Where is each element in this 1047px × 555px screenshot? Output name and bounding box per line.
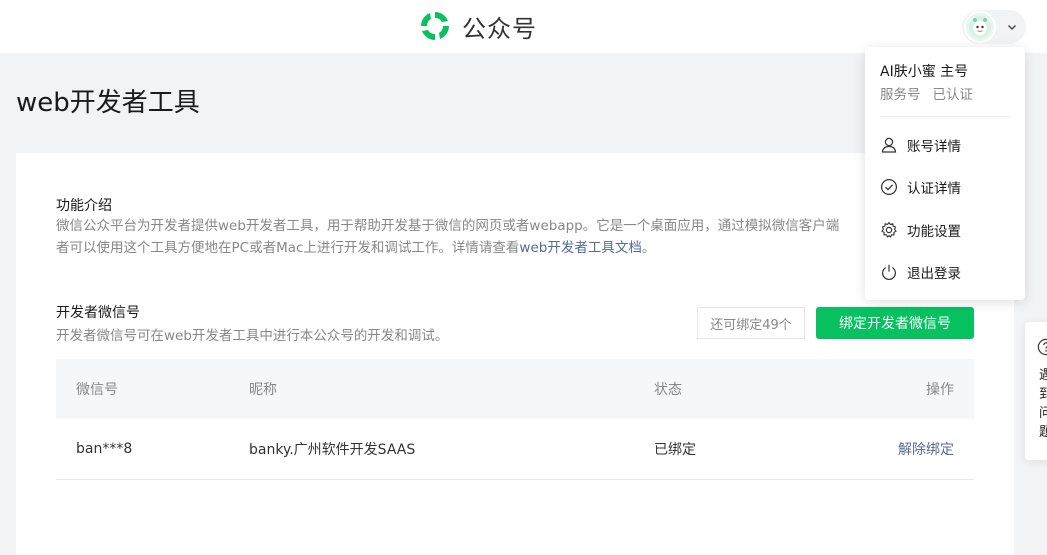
table-row: ban***8 banky.广州软件开发SAAS 已绑定 解除绑定: [56, 419, 974, 480]
table-header: 微信号 昵称 状态 操作: [56, 359, 974, 419]
menu-item-account-details[interactable]: 账号详情: [880, 130, 1015, 160]
menu-item-settings[interactable]: 功能设置: [880, 215, 1015, 245]
account-menu-toggle[interactable]: [962, 10, 1026, 44]
intro-desc-line1: 微信公众平台为开发者提供web开发者工具，用于帮助开发基于微信的网页或者weba…: [56, 218, 840, 234]
page-title: web开发者工具: [16, 88, 200, 118]
account-name: AI肤小蜜 主号: [880, 64, 969, 80]
column-nickname: 昵称: [249, 382, 277, 398]
unbind-link[interactable]: 解除绑定: [898, 419, 954, 479]
chevron-down-icon: [1008, 25, 1016, 30]
gear-icon: [881, 221, 897, 238]
developer-section-title: 开发者微信号: [56, 305, 140, 321]
wechat-mp-logo-icon: [421, 12, 449, 40]
menu-item-label: 功能设置: [907, 224, 961, 240]
avatar-face-icon: [969, 16, 991, 38]
menu-divider: [880, 116, 1010, 117]
menu-item-label: 认证详情: [907, 181, 961, 197]
user-icon: [881, 137, 897, 153]
intro-description: 微信公众平台为开发者提供web开发者工具，用于帮助开发基于微信的网页或者weba…: [56, 215, 876, 259]
cell-status: 已绑定: [654, 442, 696, 458]
devtools-doc-link[interactable]: web开发者工具文档: [519, 240, 641, 256]
intro-desc-line2: 者可以使用这个工具方便地在PC或者Mac上进行开发和调试工作。详情请查看web开…: [56, 237, 876, 259]
column-wechat-id: 微信号: [76, 382, 118, 398]
power-icon: [882, 264, 896, 281]
check-circle-icon: [880, 178, 898, 196]
account-verified: 已认证: [932, 87, 974, 103]
brand-logo[interactable]: 公众号: [418, 9, 537, 43]
column-status: 状态: [654, 382, 682, 398]
menu-item-verification-details[interactable]: 认证详情: [880, 172, 1015, 202]
top-bar: 公众号: [0, 0, 1047, 53]
account-dropdown: AI肤小蜜 主号 服务号 已认证 账号详情 认证详情 功能设置 退出登录: [865, 47, 1025, 300]
developer-section-desc: 开发者微信号可在web开发者工具中进行本公众号的开发和调试。: [56, 328, 449, 344]
menu-item-label: 账号详情: [907, 139, 961, 155]
cell-nickname: banky.广州软件开发SAAS: [249, 442, 416, 458]
avatar: [964, 11, 996, 43]
help-widget[interactable]: 遇到问题: [1025, 322, 1047, 460]
column-action: 操作: [926, 382, 954, 398]
intro-title: 功能介绍: [56, 198, 112, 214]
cell-wechat-id: ban***8: [76, 441, 133, 457]
brand-name: 公众号: [462, 14, 537, 43]
account-type: 服务号: [880, 87, 921, 103]
intro-desc-text: 者可以使用这个工具方便地在PC或者Mac上进行开发和调试工作。详情请查看: [56, 240, 520, 256]
remaining-bind-count: 还可绑定49个: [697, 307, 805, 339]
menu-item-logout[interactable]: 退出登录: [880, 257, 1015, 287]
help-widget-label: 遇到问题: [1039, 368, 1047, 440]
menu-item-label: 退出登录: [907, 266, 961, 282]
question-icon: [1037, 338, 1047, 356]
bind-developer-button[interactable]: 绑定开发者微信号: [816, 307, 974, 339]
account-meta: 服务号 已认证: [880, 83, 973, 103]
intro-desc-end: 。: [641, 240, 656, 256]
